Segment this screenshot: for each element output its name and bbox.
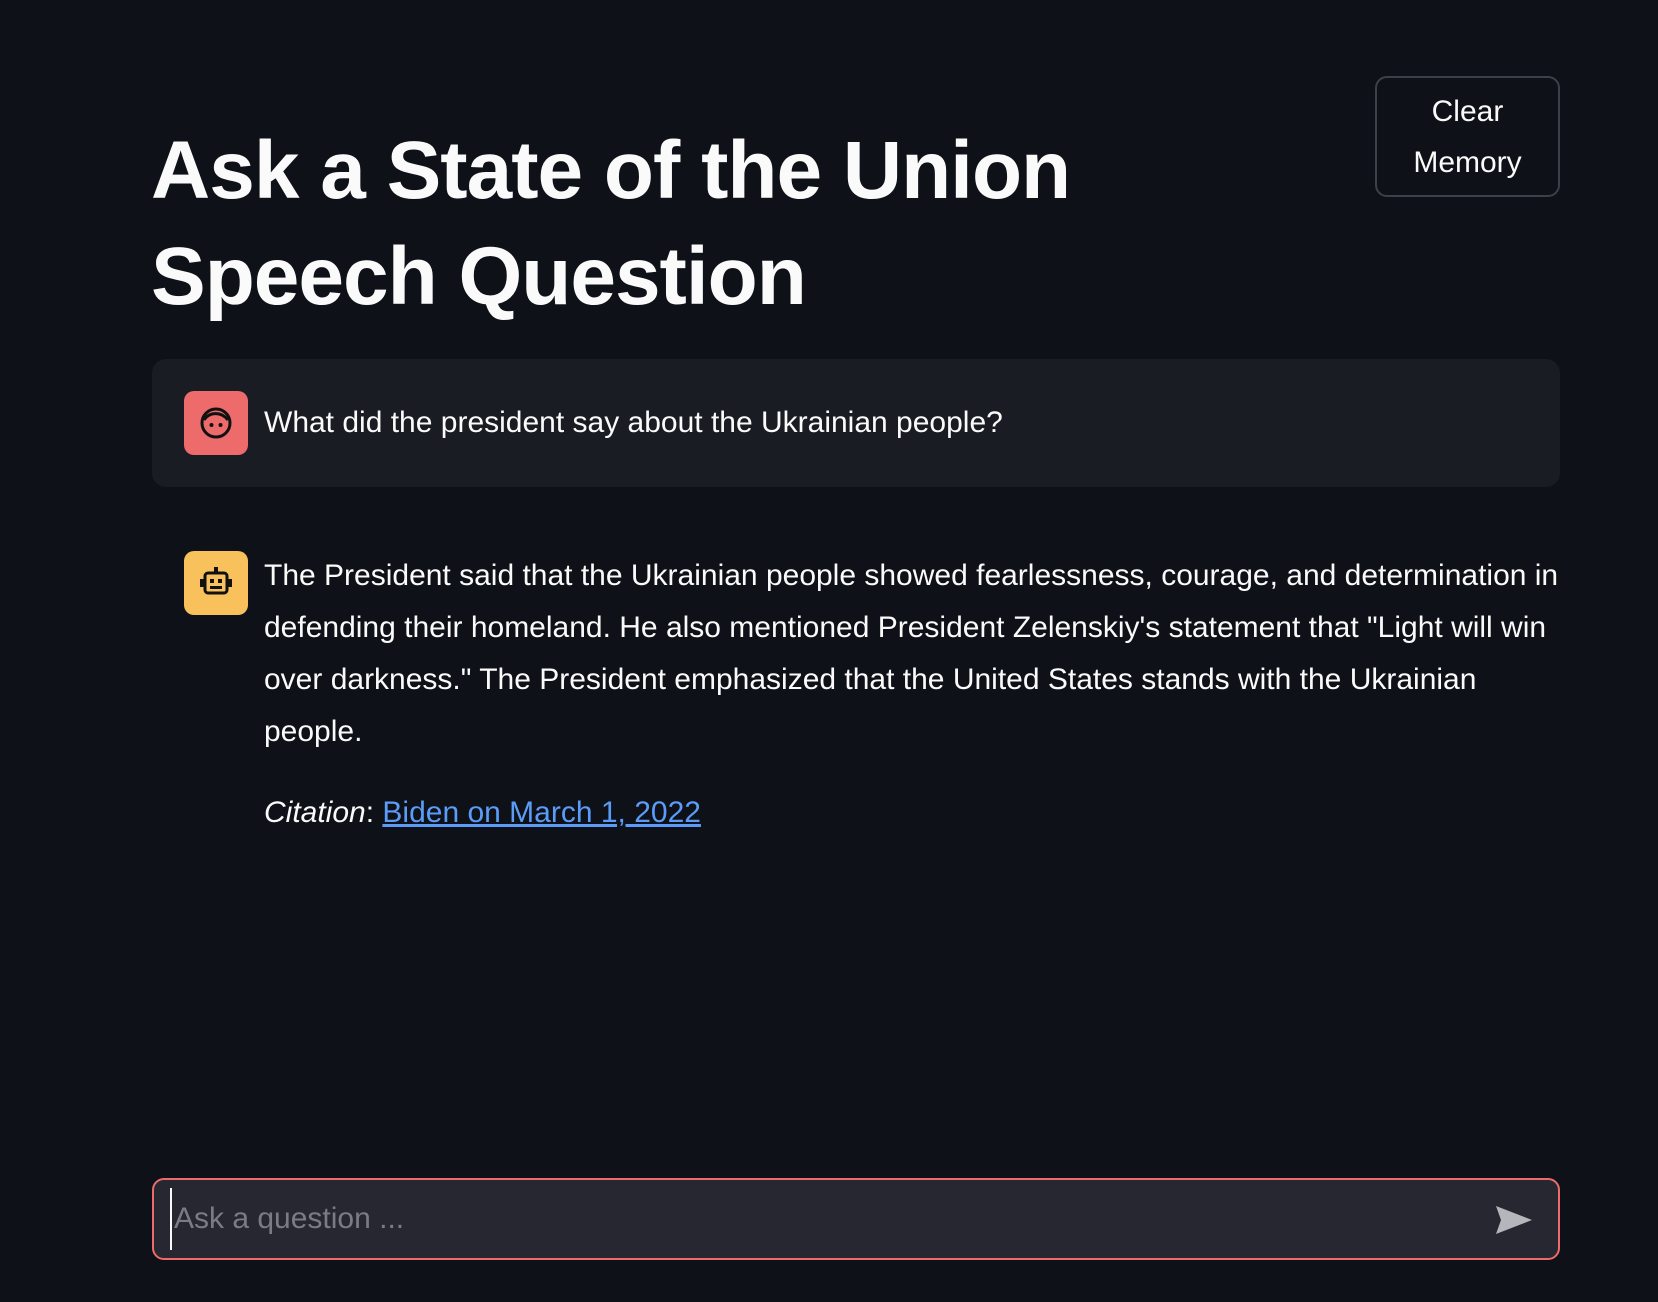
face-icon (200, 407, 232, 439)
chat-input-container (152, 1178, 1560, 1260)
clear-memory-button[interactable]: Clear Memory (1375, 76, 1560, 197)
send-icon (1496, 1206, 1532, 1234)
citation-link[interactable]: Biden on March 1, 2022 (382, 796, 701, 829)
robot-icon (200, 567, 232, 595)
user-message-text: What did the president say about the Ukr… (264, 406, 1003, 439)
user-avatar (184, 391, 248, 455)
app-root: Ask a State of the Union Speech Question… (0, 0, 1658, 1302)
page-title: Ask a State of the Union Speech Question (151, 125, 1071, 322)
send-button[interactable] (1492, 1198, 1536, 1242)
chat-input[interactable] (170, 1188, 1470, 1250)
citation-label: Citation (264, 796, 366, 829)
citation-separator: : (365, 796, 375, 829)
user-message: What did the president say about the Ukr… (152, 359, 1560, 487)
assistant-avatar (184, 551, 248, 615)
citation: Citation: Biden on March 1, 2022 (264, 787, 701, 839)
assistant-message-text: The President said that the Ukrainian pe… (264, 559, 1559, 748)
